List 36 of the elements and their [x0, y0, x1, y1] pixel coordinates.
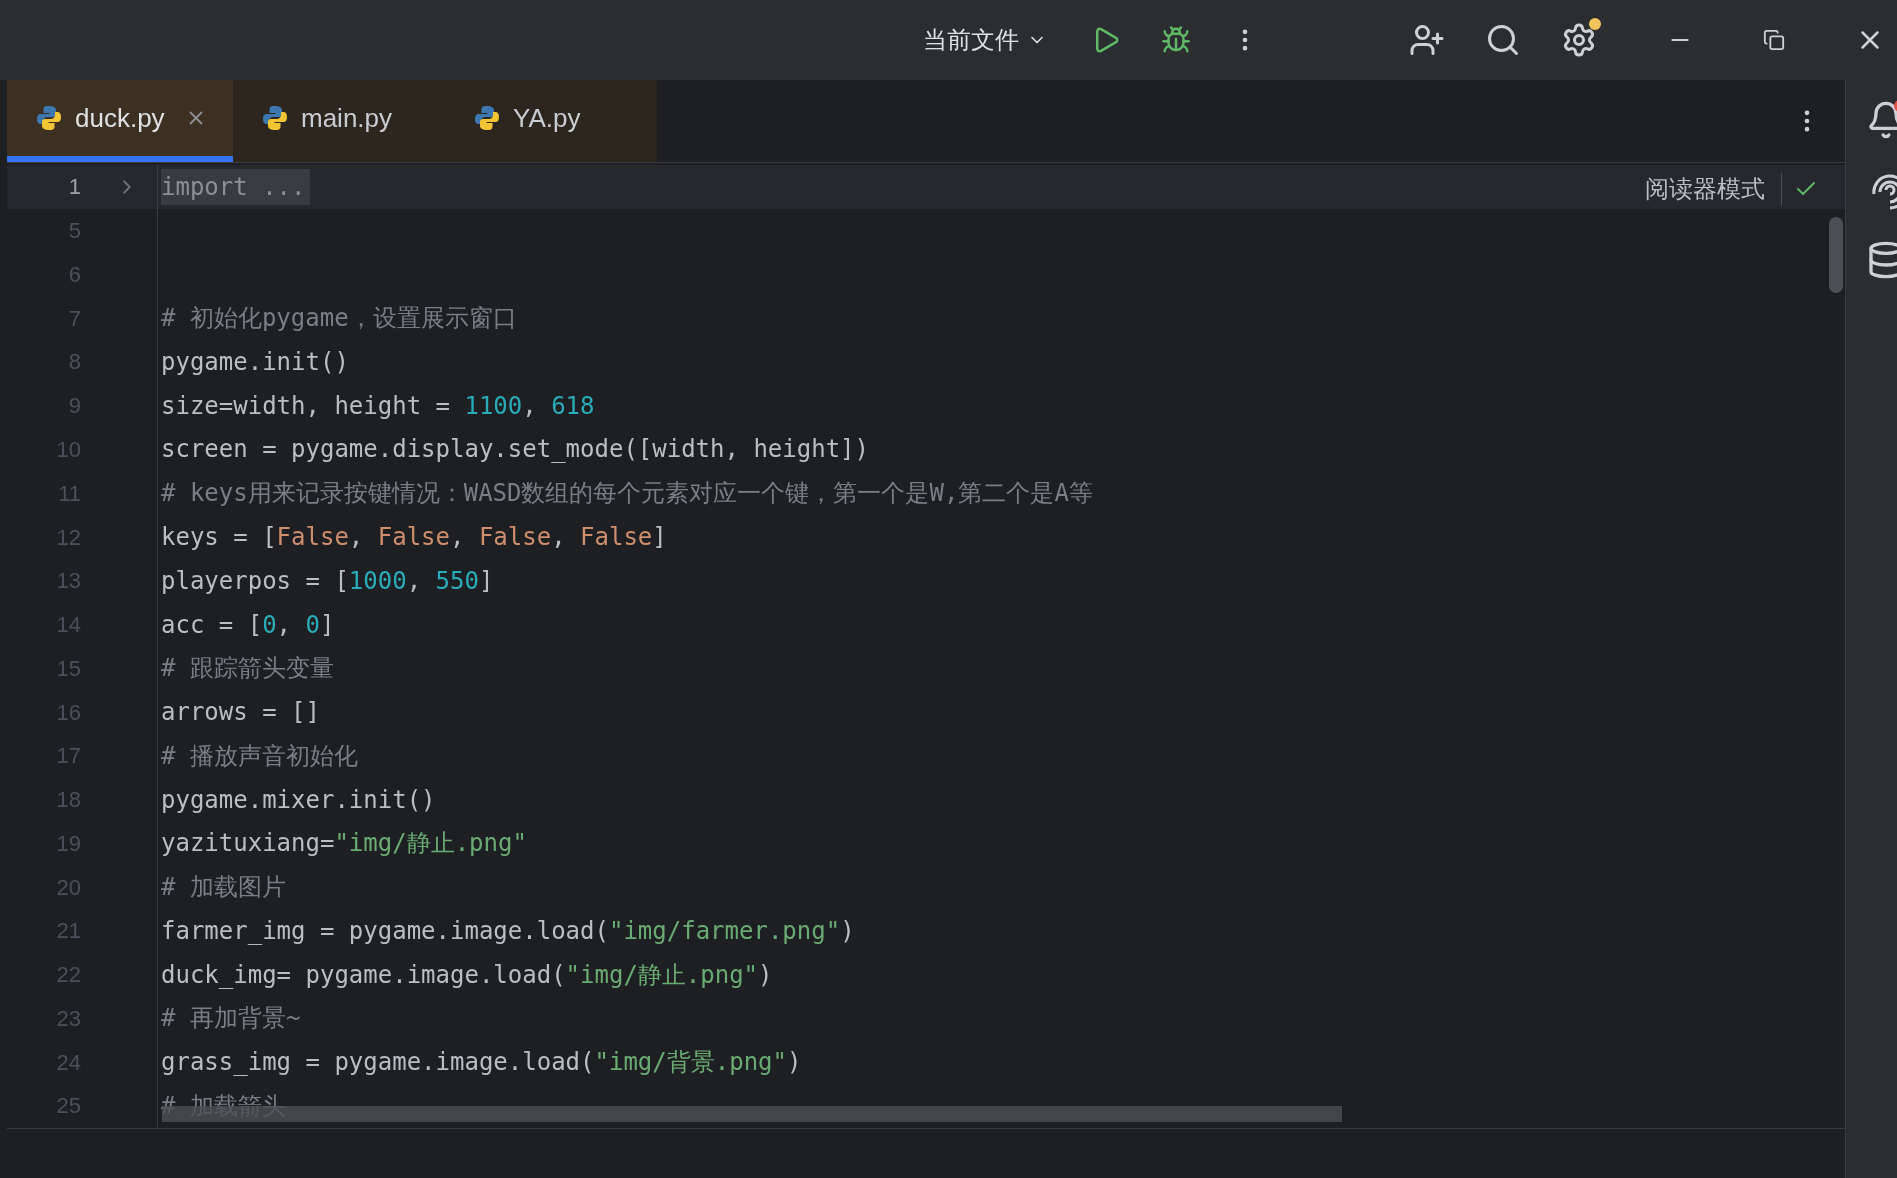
file-tab[interactable]: main.py: [233, 80, 445, 162]
code-line: grass_img = pygame.image.load("img/背景.png"): [160, 1047, 802, 1079]
file-tab[interactable]: YA.py: [445, 80, 657, 162]
run-config-dropdown[interactable]: 当前文件: [911, 22, 1059, 58]
code-comment: # 加载图片: [160, 872, 286, 904]
vertical-scrollbar[interactable]: [1829, 217, 1843, 293]
code-line: arrows = []: [160, 697, 320, 729]
python-icon: [35, 104, 63, 132]
add-user-icon[interactable]: [1409, 22, 1445, 58]
code-line: pygame.init(): [160, 346, 349, 378]
line-number: 1: [67, 173, 82, 202]
database-icon[interactable]: [1866, 240, 1897, 280]
python-icon: [261, 104, 289, 132]
code-comment: # 初始化pygame，设置展示窗口: [160, 303, 517, 335]
code-comment: # keys用来记录按键情况：WASD数组的每个元素对应一个键，第一个是W,第二个是A等: [160, 478, 1093, 510]
python-icon: [473, 104, 501, 132]
code-comment: # 跟踪箭头变量: [160, 653, 334, 685]
code-line: acc = [0, 0]: [160, 609, 335, 641]
code-line: playerpos = [1000, 550]: [160, 565, 494, 597]
reader-mode-button[interactable]: 阅读器模式: [1645, 171, 1781, 207]
code-line: yazituxiang="img/静止.png": [160, 828, 527, 860]
code-line: farmer_img = pygame.image.load("img/farmer.png"): [160, 915, 855, 947]
code-line: duck_img= pygame.image.load("img/静止.png"): [160, 959, 773, 991]
restore-icon[interactable]: [1763, 29, 1785, 51]
file-tab[interactable]: duck.py: [7, 80, 233, 162]
notification-bell-icon[interactable]: [1866, 100, 1897, 140]
search-icon[interactable]: [1485, 22, 1521, 58]
code-comment: # 播放声音初始化: [160, 740, 358, 772]
code-line: keys = [False, False, False, False]: [160, 522, 667, 553]
code-comment: # 加载箭头: [160, 1090, 286, 1122]
code-comment: # 再加背景~: [160, 1003, 301, 1035]
code-line: pygame.mixer.init(): [160, 784, 436, 816]
code-line: size=width, height = 1100, 618: [160, 390, 595, 422]
bug-icon[interactable]: [1161, 25, 1191, 55]
code-line: screen = pygame.display.set_mode([width, height]): [160, 434, 869, 466]
settings-icon[interactable]: [1561, 22, 1597, 58]
